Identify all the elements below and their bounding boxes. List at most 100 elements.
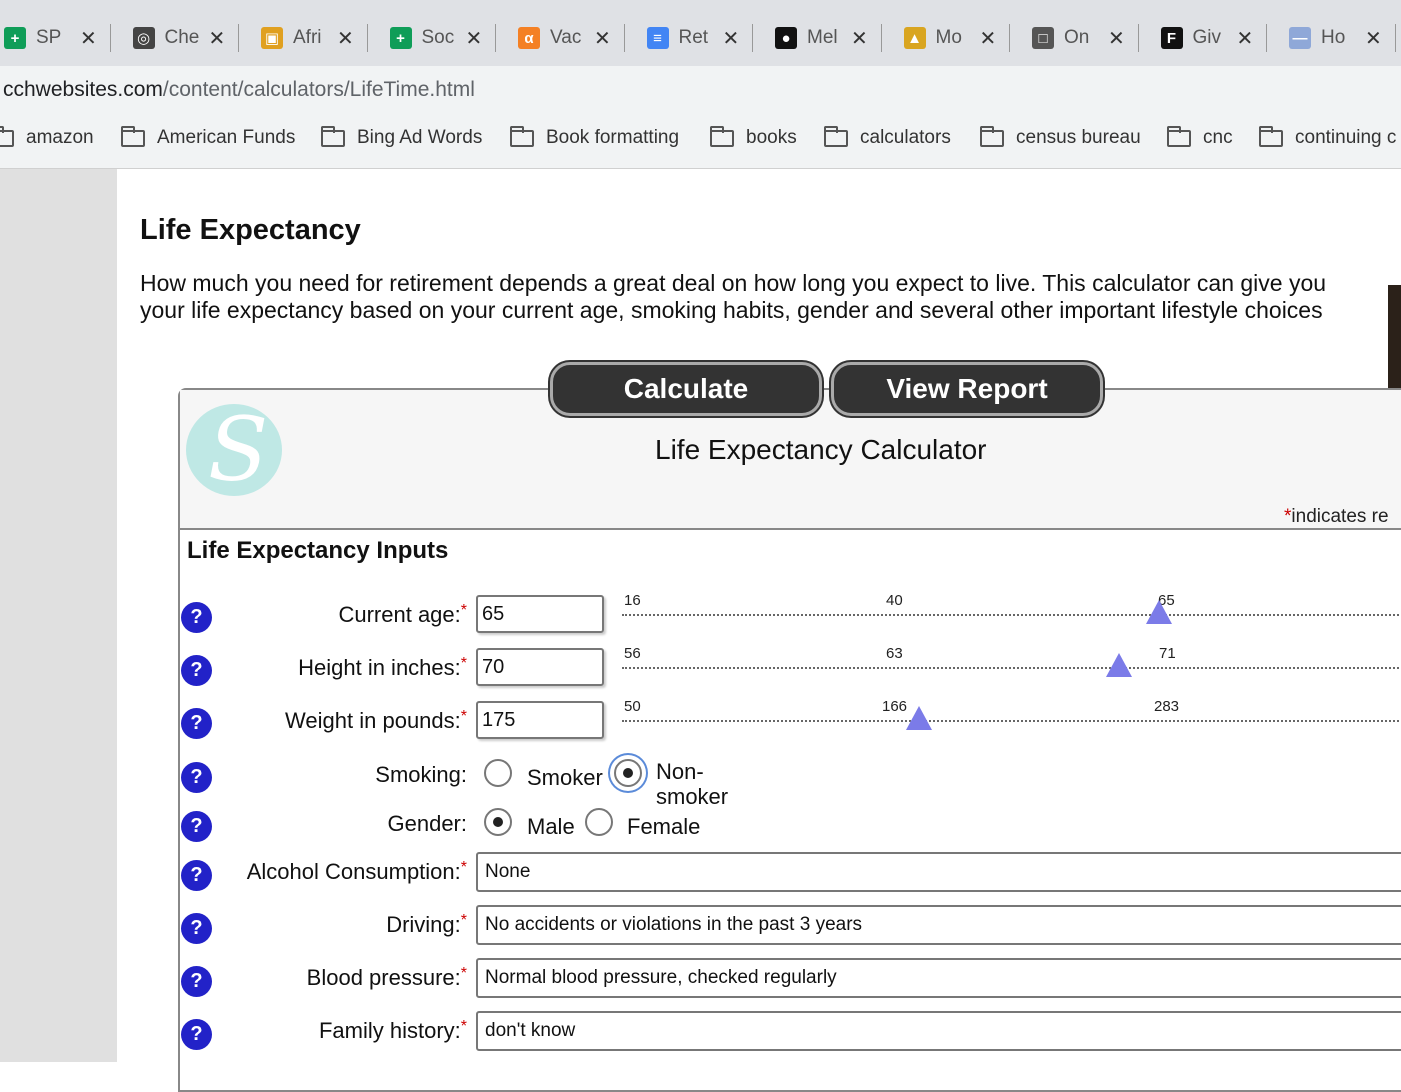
gender-label: Gender:: [387, 811, 468, 836]
globe-icon: ◎: [132, 27, 155, 49]
bookmark-label: books: [746, 127, 797, 148]
height-input[interactable]: 70: [476, 648, 604, 686]
close-tab-icon[interactable]: ✕: [1365, 26, 1382, 51]
help-age-icon[interactable]: ?: [181, 602, 212, 633]
age-tick-mid: 40: [886, 592, 903, 609]
help-alcohol-icon[interactable]: ?: [181, 860, 212, 891]
blood-pressure-select[interactable]: Normal blood pressure, checked regularly: [476, 958, 1401, 998]
sheets-icon: +: [4, 27, 26, 49]
height-tick-mid: 63: [886, 645, 903, 662]
non-smoker-label-line2: smoker: [656, 784, 729, 809]
close-tab-icon[interactable]: ✕: [1108, 26, 1125, 51]
age-slider-thumb[interactable]: [1146, 600, 1172, 624]
height-slider-track: [622, 667, 1401, 669]
help-gender-icon[interactable]: ?: [181, 811, 212, 842]
tab-separator: [1009, 24, 1011, 52]
age-label-text: Current age:: [338, 602, 461, 627]
age-input[interactable]: 65: [476, 595, 604, 633]
help-driving-icon[interactable]: ?: [181, 913, 212, 944]
help-blood-pressure-icon[interactable]: ?: [181, 966, 212, 997]
browser-tab[interactable]: + SP ✕: [4, 18, 111, 58]
folder-icon: [121, 125, 145, 147]
bookmark-item[interactable]: calculators: [824, 125, 951, 149]
close-tab-icon[interactable]: ✕: [723, 26, 740, 51]
page-title: Life Expectancy: [140, 214, 361, 246]
weight-tick-mid: 166: [882, 698, 908, 715]
tab-separator: [1266, 24, 1268, 52]
tab-separator: [1137, 24, 1139, 52]
smoker-radio[interactable]: [484, 759, 512, 787]
tab-label: Vac: [550, 27, 582, 48]
bookmark-item[interactable]: American Funds: [121, 125, 295, 149]
browser-tab[interactable]: ◎ Che ✕: [132, 18, 240, 58]
help-smoking-icon[interactable]: ?: [181, 762, 212, 793]
close-tab-icon[interactable]: ✕: [337, 26, 354, 51]
driving-select[interactable]: No accidents or violations in the past 3…: [476, 905, 1401, 945]
smoking-label: Smoking:: [375, 762, 467, 787]
bookmark-item[interactable]: cnc: [1167, 125, 1233, 149]
tab-label: Mel: [807, 27, 838, 48]
tab-label: Ho: [1321, 27, 1346, 48]
inputs-heading: Life Expectancy Inputs: [187, 537, 449, 564]
age-tick-min: 16: [624, 592, 641, 609]
image-icon: ▣: [261, 27, 283, 49]
intro-line-1: How much you need for retirement depends…: [140, 270, 1327, 296]
browser-tab[interactable]: F Giv ✕: [1160, 18, 1268, 58]
weight-input[interactable]: 175: [476, 701, 604, 739]
browser-tab[interactable]: — Ho ✕: [1289, 18, 1396, 58]
required-note: *indicates re: [1284, 506, 1389, 528]
bookmark-label: cnc: [1203, 127, 1233, 148]
folder-icon: [824, 125, 848, 147]
height-slider[interactable]: 56 63 71: [622, 645, 1401, 677]
left-gutter: [0, 169, 117, 1062]
calculate-button[interactable]: Calculate: [550, 362, 822, 416]
height-label: Height in inches:*: [298, 655, 467, 681]
bookmark-item[interactable]: continuing c: [1259, 125, 1396, 149]
non-smoker-radio[interactable]: [614, 759, 642, 787]
view-report-button[interactable]: View Report: [831, 362, 1103, 416]
browser-tab[interactable]: ▲ Mo ✕: [903, 18, 1011, 58]
close-tab-icon[interactable]: ✕: [980, 26, 997, 51]
alcohol-select[interactable]: None: [476, 852, 1401, 892]
age-slider-track: [622, 614, 1401, 616]
bookmark-item[interactable]: amazon: [0, 125, 94, 149]
browser-tab[interactable]: □ On ✕: [1032, 18, 1139, 58]
driving-required-star: *: [460, 912, 467, 929]
bookmark-item[interactable]: census bureau: [980, 125, 1141, 149]
help-family-history-icon[interactable]: ?: [181, 1019, 212, 1050]
close-tab-icon[interactable]: ✕: [80, 26, 97, 51]
bookmark-item[interactable]: Bing Ad Words: [321, 125, 482, 149]
page-icon: —: [1289, 27, 1311, 49]
folder-icon: [980, 125, 1004, 147]
alcohol-label: Alcohol Consumption:*: [247, 859, 467, 885]
url-text[interactable]: cchwebsites.com/content/calculators/Life…: [3, 78, 475, 102]
close-tab-icon[interactable]: ✕: [466, 26, 483, 51]
bookmark-label: Book formatting: [546, 127, 680, 148]
browser-tab[interactable]: ▣ Afri ✕: [261, 18, 368, 58]
alcohol-required-star: *: [460, 859, 467, 876]
intro-line-2: your life expectancy based on your curre…: [140, 297, 1323, 323]
browser-tab[interactable]: ≡ Ret ✕: [646, 18, 754, 58]
male-radio[interactable]: [484, 808, 512, 836]
weight-slider[interactable]: 50 166 283: [622, 698, 1401, 730]
blood-pressure-required-star: *: [460, 965, 467, 982]
browser-tab[interactable]: + Soc ✕: [389, 18, 497, 58]
family-history-select[interactable]: don't know: [476, 1011, 1401, 1051]
bookmark-item[interactable]: books: [710, 125, 797, 149]
company-logo: S: [186, 404, 282, 496]
close-tab-icon[interactable]: ✕: [1237, 26, 1254, 51]
person-icon: ▲: [903, 27, 926, 49]
female-radio[interactable]: [585, 808, 613, 836]
browser-tab[interactable]: α Vac ✕: [518, 18, 625, 58]
height-slider-thumb[interactable]: [1106, 653, 1132, 677]
help-height-icon[interactable]: ?: [181, 655, 212, 686]
docs-icon: ≡: [646, 27, 669, 49]
close-tab-icon[interactable]: ✕: [594, 26, 611, 51]
browser-tab[interactable]: ● Mel ✕: [775, 18, 882, 58]
weight-slider-thumb[interactable]: [906, 706, 932, 730]
help-weight-icon[interactable]: ?: [181, 708, 212, 739]
close-tab-icon[interactable]: ✕: [851, 26, 868, 51]
close-tab-icon[interactable]: ✕: [209, 26, 226, 51]
bookmark-item[interactable]: Book formatting: [510, 125, 680, 149]
age-slider[interactable]: 16 40 65: [622, 592, 1401, 624]
